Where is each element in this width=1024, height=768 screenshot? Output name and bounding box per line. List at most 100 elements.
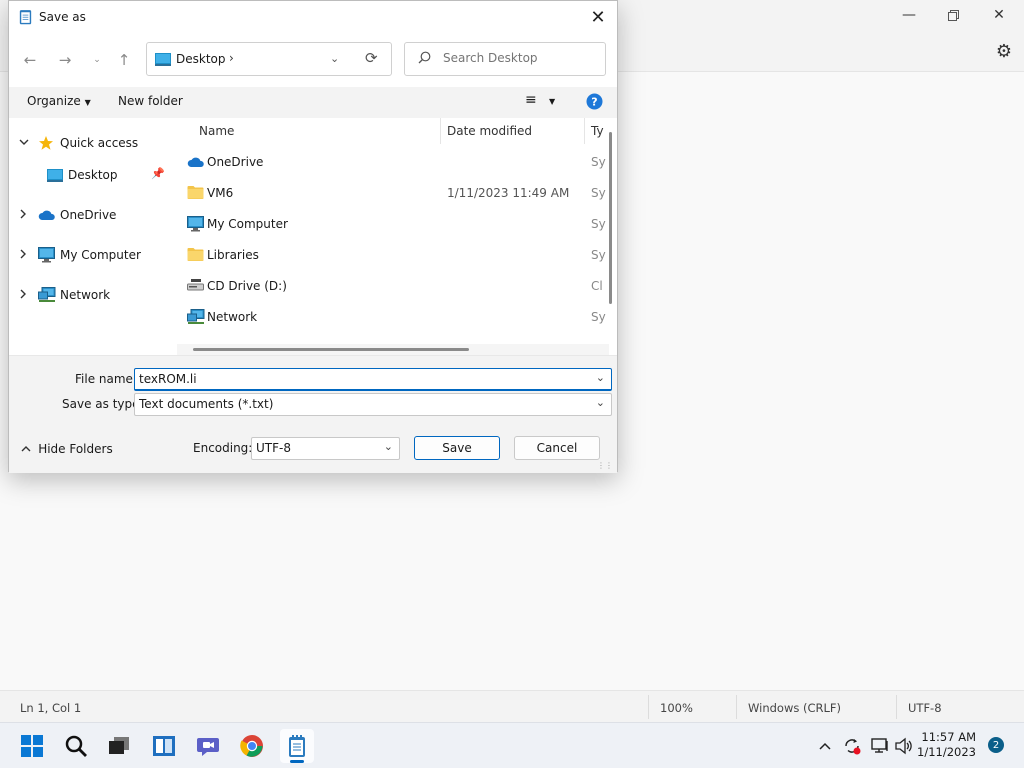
search-icon[interactable] (59, 729, 93, 763)
save-options-panel: File name: texROM.li ⌄ Save as type: Tex… (9, 355, 617, 473)
file-name: Network (207, 310, 258, 324)
file-name-value[interactable]: texROM.li (139, 372, 197, 386)
chrome-icon[interactable] (235, 729, 269, 763)
clock[interactable]: 11:57 AM 1/11/2023 (917, 730, 976, 760)
search-icon (418, 51, 431, 67)
file-type: Sy (591, 217, 606, 231)
chevron-down-icon[interactable]: ⌄ (596, 371, 605, 384)
start-icon[interactable] (15, 729, 49, 763)
widgets-icon[interactable] (147, 729, 181, 763)
chevron-right-icon[interactable] (19, 209, 27, 222)
chevron-up-icon (21, 445, 34, 456)
minimize-icon[interactable]: — (886, 0, 932, 30)
caret-down-icon: ▼ (84, 98, 91, 107)
file-row-cd-drive[interactable]: CD Drive (D:) Cl (171, 271, 603, 302)
search-box[interactable] (404, 42, 606, 76)
column-header-date[interactable]: Date modified (447, 124, 532, 138)
chevron-up-icon[interactable] (818, 723, 832, 768)
clock-time: 11:57 AM (921, 730, 976, 744)
new-folder-button[interactable]: New folder (118, 94, 183, 108)
address-location[interactable]: Desktop (176, 52, 226, 66)
chevron-down-icon[interactable]: ⌄ (384, 440, 393, 453)
chevron-down-icon[interactable] (19, 138, 29, 149)
recent-locations-chevron-icon[interactable]: ⌄ (85, 48, 109, 72)
file-name-field[interactable]: texROM.li ⌄ (134, 368, 612, 391)
search-input[interactable] (443, 51, 593, 65)
sidebar-item-label: Desktop (68, 168, 118, 182)
chevron-right-icon[interactable] (19, 249, 27, 262)
zoom-level: 100% (660, 701, 693, 715)
file-date: 1/11/2023 11:49 AM (447, 186, 570, 200)
cursor-position: Ln 1, Col 1 (20, 701, 82, 715)
encoding-select[interactable]: UTF-8 ⌄ (251, 437, 400, 460)
column-header-type[interactable]: Ty (591, 124, 604, 138)
address-bar[interactable]: Desktop › ⌄ ⟳ (146, 42, 392, 76)
task-view-icon[interactable] (102, 729, 136, 763)
monitor-icon (187, 216, 204, 235)
file-type: Sy (591, 310, 606, 324)
command-bar: Organize ▼ New folder ≡ ▼ ? (9, 87, 617, 118)
network-status-icon[interactable] (870, 723, 890, 768)
navigation-bar: ← → ⌄ ↑ Desktop › ⌄ ⟳ (9, 35, 617, 85)
file-name: OneDrive (207, 155, 264, 169)
desktop-icon (155, 53, 171, 69)
file-row-vm6[interactable]: VM6 1/11/2023 11:49 AM Sy (171, 178, 606, 209)
save-type-select[interactable]: Text documents (*.txt) ⌄ (134, 393, 612, 416)
hide-folders-button[interactable]: Hide Folders (21, 442, 113, 456)
sidebar-item-network[interactable]: Network (9, 282, 169, 308)
file-row-network[interactable]: Network Sy (171, 302, 606, 333)
resize-grip-icon[interactable]: ⋮⋮ (597, 461, 613, 470)
help-icon[interactable]: ? (586, 93, 603, 113)
file-list: ⌃ Name Date modified Ty OneDrive Sy VM6 … (171, 118, 617, 355)
file-row-my-computer[interactable]: My Computer Sy (171, 209, 606, 240)
navigation-pane: Quick access Desktop 📌 OneDrive My Compu… (9, 118, 171, 355)
maximize-icon[interactable] (930, 0, 976, 30)
pin-icon[interactable]: 📌 (151, 167, 165, 180)
close-icon[interactable]: ✕ (976, 0, 1022, 30)
gear-icon[interactable]: ⚙ (996, 41, 1012, 62)
notepad-icon[interactable] (280, 729, 314, 763)
file-type: Sy (591, 248, 606, 262)
column-header-name[interactable]: Name (199, 124, 234, 138)
taskbar: 11:57 AM 1/11/2023 2 (0, 722, 1024, 768)
file-row-onedrive[interactable]: OneDrive Sy (171, 147, 606, 178)
sidebar-item-my-computer[interactable]: My Computer (9, 242, 169, 268)
chevron-down-icon[interactable]: ⌄ (596, 396, 605, 409)
file-encoding: UTF-8 (908, 701, 942, 715)
sidebar-item-label: My Computer (60, 248, 141, 262)
teams-chat-icon[interactable] (191, 729, 225, 763)
breadcrumb-chevron-icon[interactable]: › (229, 51, 234, 65)
notification-badge[interactable]: 2 (988, 737, 1004, 753)
file-type: Cl (591, 279, 603, 293)
caret-down-icon[interactable]: ▼ (549, 97, 555, 106)
monitor-icon (38, 247, 55, 266)
file-name: VM6 (207, 186, 234, 200)
vertical-scrollbar[interactable] (609, 132, 612, 304)
chevron-right-icon[interactable] (19, 289, 27, 302)
horizontal-scrollbar[interactable] (177, 344, 609, 355)
cloud-icon (187, 156, 205, 171)
volume-icon[interactable] (894, 723, 914, 768)
forward-arrow-icon[interactable]: → (53, 48, 77, 72)
sidebar-item-quick-access[interactable]: Quick access (9, 130, 169, 156)
organize-label: Organize (27, 94, 81, 108)
notepad-statusbar: Ln 1, Col 1 100% Windows (CRLF) UTF-8 (0, 690, 1024, 722)
sidebar-item-onedrive[interactable]: OneDrive (9, 202, 169, 228)
chevron-down-icon[interactable]: ⌄ (330, 52, 339, 65)
column-headers: ⌃ Name Date modified Ty (171, 118, 617, 144)
up-arrow-icon[interactable]: ↑ (112, 48, 136, 72)
sync-status-icon[interactable] (842, 723, 862, 768)
star-icon (38, 135, 54, 154)
scrollbar-thumb[interactable] (193, 348, 469, 351)
sidebar-item-desktop[interactable]: Desktop 📌 (9, 162, 169, 188)
cancel-button[interactable]: Cancel (514, 436, 600, 460)
view-options-icon[interactable]: ≡ (525, 92, 537, 108)
dialog-title: Save as (39, 10, 86, 24)
organize-button[interactable]: Organize ▼ (27, 94, 91, 108)
save-button[interactable]: Save (414, 436, 500, 460)
file-row-libraries[interactable]: Libraries Sy (171, 240, 606, 271)
close-icon[interactable]: ✕ (583, 3, 613, 31)
hide-folders-label: Hide Folders (38, 442, 113, 456)
back-arrow-icon[interactable]: ← (18, 48, 42, 72)
refresh-icon[interactable]: ⟳ (365, 49, 378, 67)
